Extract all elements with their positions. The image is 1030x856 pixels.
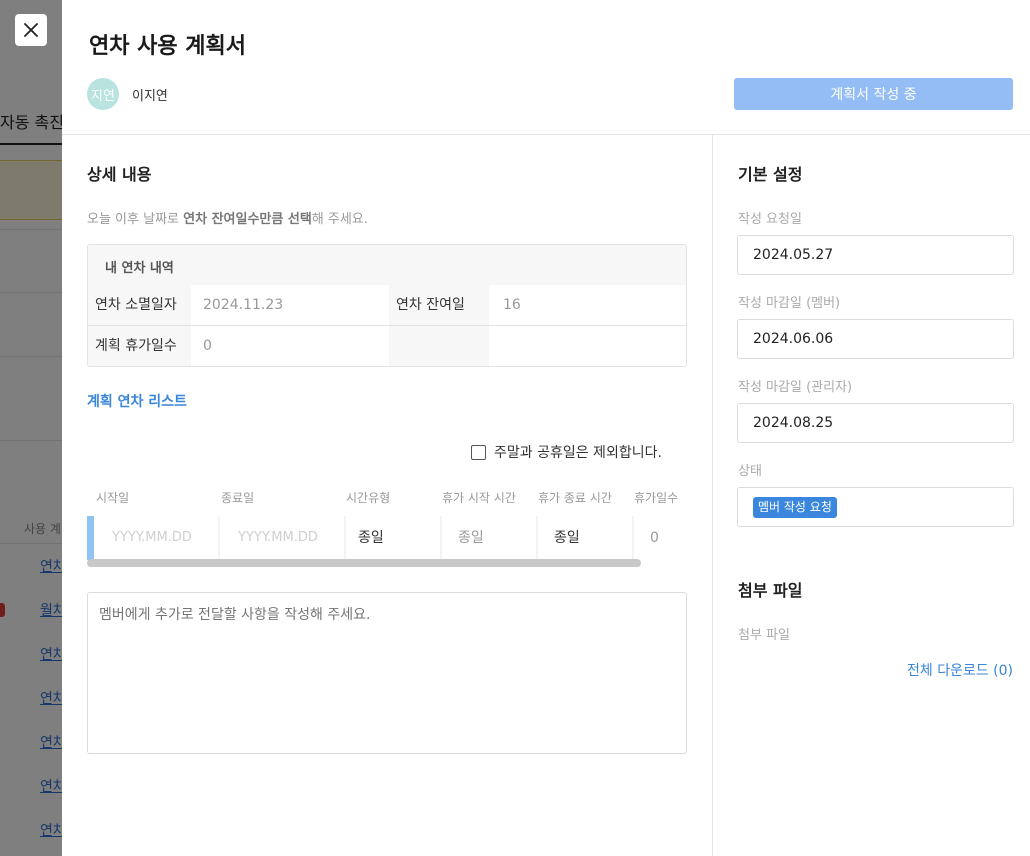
column-header: 시작일	[96, 491, 130, 505]
selection-hint: 오늘 이후 날짜로 연차 잔여일수만큼 선택해 주세요.	[87, 208, 368, 227]
column-header: 휴가 종료 시간	[538, 491, 612, 505]
empty-label-cell	[389, 326, 489, 366]
member-deadline-field[interactable]: 2024.06.06	[737, 319, 1014, 359]
detail-section-title: 상세 내용	[87, 165, 152, 184]
column-header: 휴가 시작 시간	[442, 491, 516, 505]
row-marker	[87, 516, 94, 560]
status-button[interactable]: 계획서 작성 중	[734, 78, 1013, 110]
summary-row: 계획 휴가일수 0	[88, 326, 686, 366]
settings-panel: 기본 설정 작성 요청일 2024.05.27 작성 마감일 (멤버) 2024…	[712, 135, 1030, 856]
start-time-select[interactable]: 종일	[442, 516, 536, 560]
summary-title: 내 연차 내역	[88, 245, 686, 285]
hint-suffix: 해 주세요.	[311, 212, 368, 227]
status-label: 상태	[738, 464, 762, 479]
attach-label: 첨부 파일	[738, 628, 790, 643]
start-date-input[interactable]: YYYY.MM.DD	[94, 516, 218, 560]
author-name: 이지연	[132, 89, 168, 104]
close-button[interactable]	[15, 14, 47, 46]
member-deadline-label: 작성 마감일 (멤버)	[738, 296, 841, 311]
column-header: 종료일	[221, 491, 255, 505]
drawer-header: 연차 사용 계획서 지연 이지연 계획서 작성 중	[62, 0, 1030, 135]
grid-scrollbar[interactable]	[87, 559, 641, 567]
exclude-holidays-option[interactable]: 주말과 공휴일은 제외합니다.	[471, 442, 662, 462]
status-field: 멤버 작성 요청	[737, 487, 1014, 527]
settings-section-title: 기본 설정	[738, 165, 803, 184]
plan-grid-row: YYYY.MM.DD YYYY.MM.DD 종일 종일 종일 0	[87, 516, 687, 560]
plan-drawer: 연차 사용 계획서 지연 이지연 계획서 작성 중 상세 내용 오늘 이후 날짜…	[62, 0, 1030, 856]
leave-days-value: 0	[634, 516, 687, 560]
download-all-link[interactable]: 전체 다운로드 (0)	[907, 660, 1013, 680]
memo-textarea[interactable]	[87, 592, 687, 754]
plan-grid-header: 시작일 종료일 시간유형 휴가 시작 시간 휴가 종료 시간 휴가일수	[87, 489, 687, 509]
avatar: 지연	[87, 78, 119, 110]
request-date-field[interactable]: 2024.05.27	[737, 235, 1014, 275]
time-type-select[interactable]: 종일	[346, 516, 440, 560]
status-badge: 멤버 작성 요청	[753, 497, 837, 518]
planned-label: 계획 휴가일수	[88, 326, 191, 366]
column-header: 휴가일수	[634, 491, 679, 505]
hint-prefix: 오늘 이후 날짜로	[87, 212, 184, 227]
close-icon	[24, 23, 38, 37]
exclude-holidays-checkbox[interactable]	[471, 444, 486, 460]
page-title: 연차 사용 계획서	[89, 34, 246, 59]
exclude-holidays-label: 주말과 공휴일은 제외합니다.	[494, 445, 662, 461]
summary-row: 연차 소멸일자 2024.11.23 연차 잔여일 16	[88, 285, 686, 326]
admin-deadline-label: 작성 마감일 (관리자)	[738, 380, 853, 395]
expire-value: 2024.11.23	[203, 297, 284, 313]
leave-summary-card: 내 연차 내역 연차 소멸일자 2024.11.23 연차 잔여일 16 계획 …	[87, 244, 687, 367]
expire-label: 연차 소멸일자	[88, 285, 191, 326]
column-header: 시간유형	[346, 491, 391, 505]
remain-label: 연차 잔여일	[389, 285, 489, 326]
admin-deadline-field[interactable]: 2024.08.25	[737, 403, 1014, 443]
end-time-select[interactable]: 종일	[538, 516, 632, 560]
planned-value: 0	[203, 338, 212, 354]
end-date-input[interactable]: YYYY.MM.DD	[220, 516, 344, 560]
request-date-label: 작성 요청일	[738, 212, 802, 227]
remain-value: 16	[503, 297, 521, 313]
hint-emphasis: 연차 잔여일수만큼 선택	[183, 212, 312, 227]
attach-section-title: 첨부 파일	[738, 581, 803, 600]
plan-list-title[interactable]: 계획 연차 리스트	[87, 391, 187, 411]
detail-panel: 상세 내용 오늘 이후 날짜로 연차 잔여일수만큼 선택해 주세요. 내 연차 …	[87, 135, 687, 856]
